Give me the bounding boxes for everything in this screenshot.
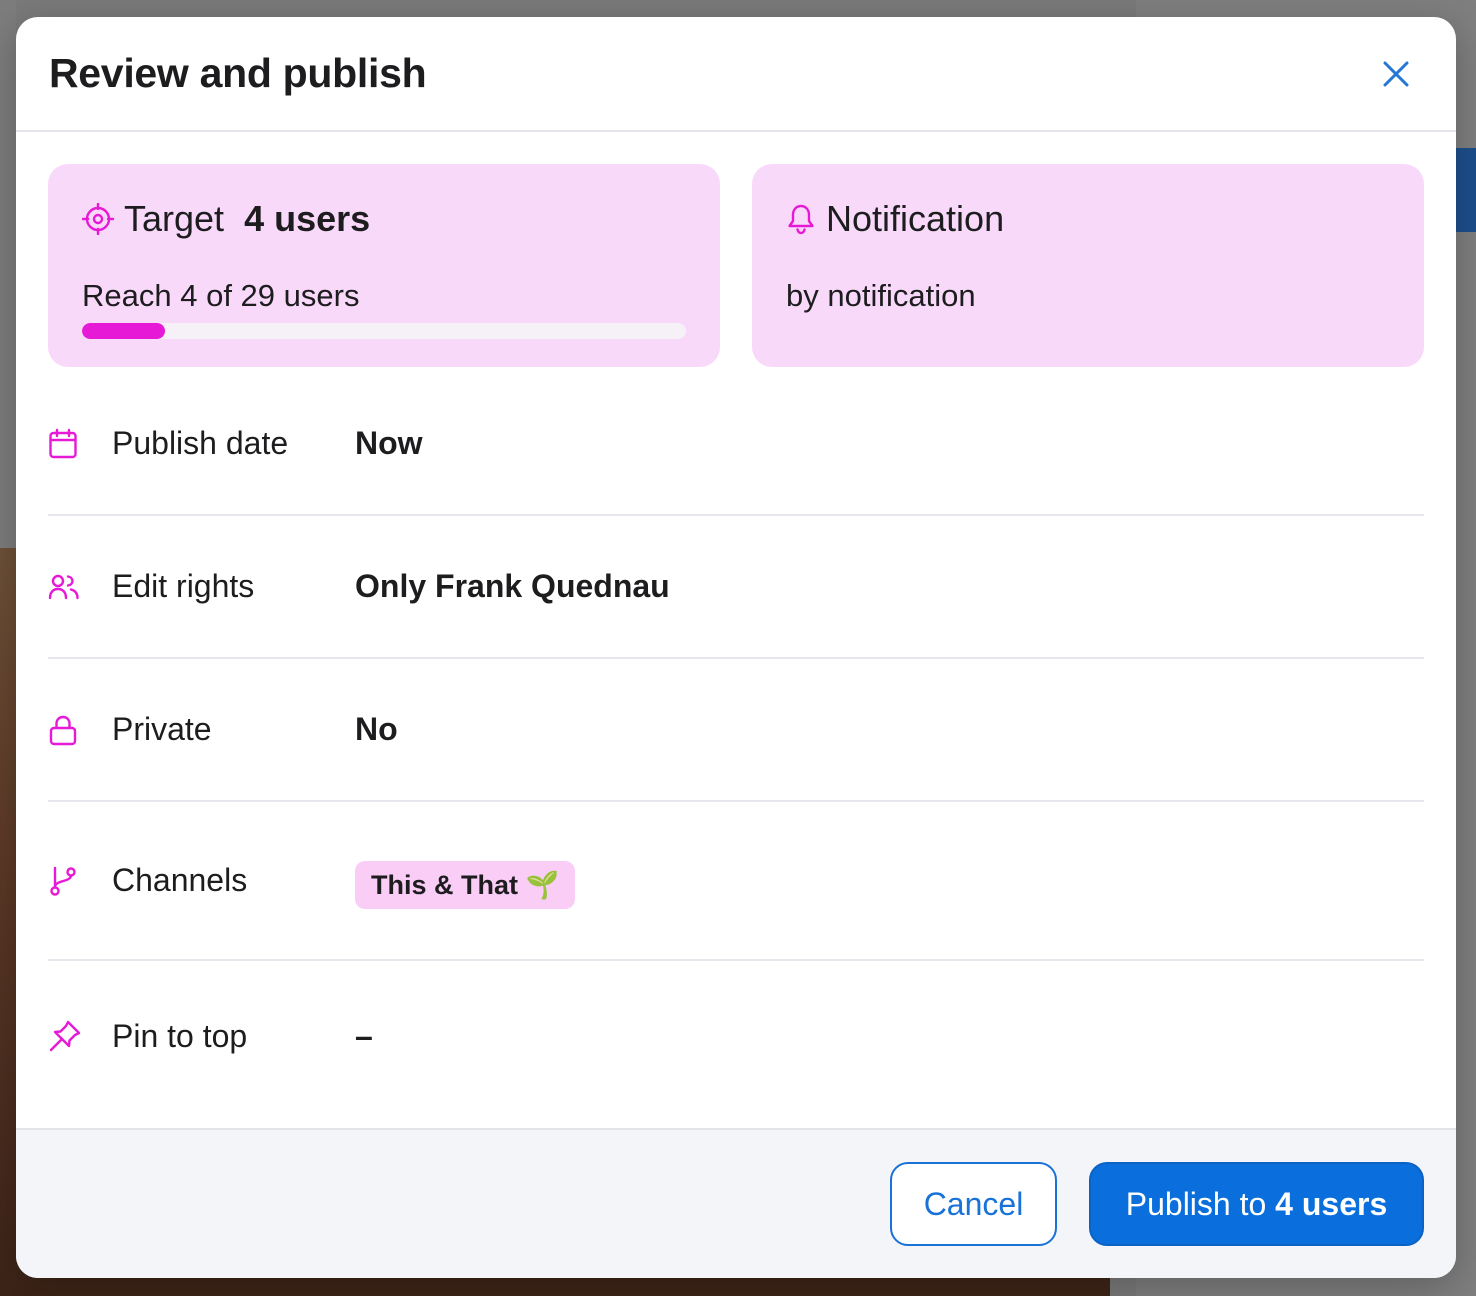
target-card[interactable]: Target 4 users Reach 4 of 29 users xyxy=(48,164,720,367)
background-blue-tab xyxy=(1454,148,1476,232)
notification-card-heading: Notification xyxy=(786,198,1390,240)
branch-icon xyxy=(50,866,76,896)
pin-to-top-row[interactable]: Pin to top – xyxy=(48,961,1424,1111)
review-publish-dialog: Review and publish Target 4 users Reach 4… xyxy=(16,17,1456,1278)
publish-date-row[interactable]: Publish date Now xyxy=(48,373,1424,516)
private-value: No xyxy=(355,711,398,747)
target-count: 4 users xyxy=(244,198,371,239)
summary-cards: Target 4 users Reach 4 of 29 users Notifi… xyxy=(48,164,1424,367)
dialog-title: Review and publish xyxy=(49,50,427,96)
notification-card[interactable]: Notification by notification xyxy=(752,164,1424,367)
notification-title: Notification xyxy=(826,198,1005,239)
target-icon xyxy=(82,203,114,235)
publish-button[interactable]: Publish to 4 users xyxy=(1089,1162,1424,1246)
dialog-footer: Cancel Publish to 4 users xyxy=(16,1128,1456,1278)
calendar-icon xyxy=(49,428,77,458)
target-prefix: Target xyxy=(124,198,225,239)
publish-button-count: 4 users xyxy=(1275,1185,1388,1222)
private-label: Private xyxy=(112,711,212,747)
bell-icon xyxy=(788,204,814,235)
cancel-button[interactable]: Cancel xyxy=(890,1162,1057,1246)
lock-icon xyxy=(49,715,77,745)
channels-label: Channels xyxy=(112,862,248,898)
publish-button-prefix: Publish to xyxy=(1125,1185,1276,1222)
private-row[interactable]: Private No xyxy=(48,659,1424,802)
users-icon xyxy=(48,574,79,599)
reach-text: Reach 4 of 29 users xyxy=(82,278,360,313)
reach-progress-fill xyxy=(82,323,166,339)
edit-rights-row[interactable]: Edit rights Only Frank Quednau xyxy=(48,516,1424,659)
channels-row[interactable]: Channels This & That 🌱 xyxy=(48,802,1424,961)
pin-icon xyxy=(49,1020,81,1052)
edit-rights-label: Edit rights xyxy=(112,568,255,604)
pin-to-top-value: – xyxy=(355,1017,373,1054)
publish-date-value: Now xyxy=(355,425,423,461)
notification-sub: by notification xyxy=(786,278,976,313)
reach-progress-bar xyxy=(82,323,686,339)
pin-to-top-label: Pin to top xyxy=(112,1017,248,1054)
channel-chip[interactable]: This & That 🌱 xyxy=(355,860,576,909)
settings-list: Publish date Now Edit rights Only Frank … xyxy=(48,373,1424,1111)
edit-rights-value: Only Frank Quednau xyxy=(355,568,670,604)
target-card-heading: Target 4 users xyxy=(82,198,686,240)
close-icon xyxy=(1383,61,1409,86)
dialog-body: Target 4 users Reach 4 of 29 users Notifi… xyxy=(16,132,1456,1111)
dialog-header: Review and publish xyxy=(16,17,1456,132)
close-button[interactable] xyxy=(1372,50,1420,98)
publish-date-label: Publish date xyxy=(112,425,289,461)
